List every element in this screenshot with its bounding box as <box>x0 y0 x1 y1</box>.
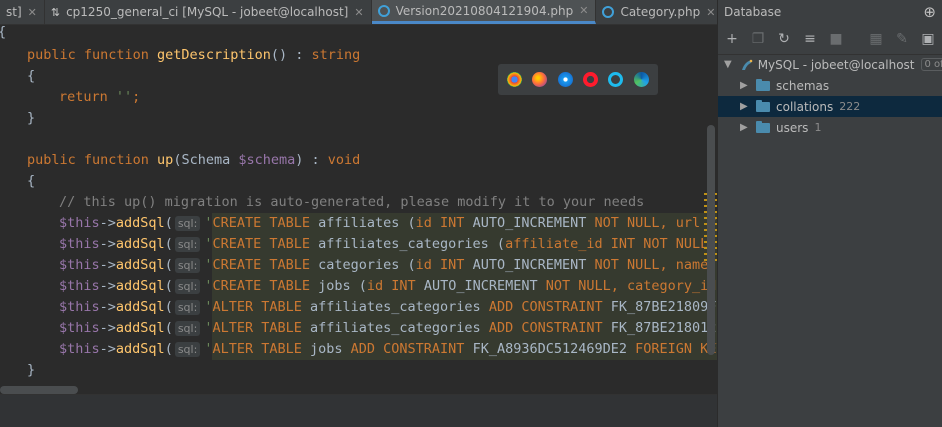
tree-item-label: schemas <box>776 78 830 93</box>
tree-item-label: collations <box>776 99 834 114</box>
chevron-right-icon[interactable]: ▶ <box>740 122 748 133</box>
sort-icon: ⇅ <box>50 5 61 19</box>
sql-language-hint: sql: <box>174 237 201 252</box>
tree-item-collations[interactable]: ▶ collations 222 <box>718 96 942 117</box>
connection-label: MySQL - jobeet@localhost <box>757 57 915 72</box>
sql-string: CREATE TABLE affiliates (id INT AUTO_INC… <box>212 213 717 234</box>
code-line: } <box>27 110 36 126</box>
code-line: public function getDescription() : strin… <box>27 47 361 63</box>
properties-icon[interactable]: ≡ <box>802 31 818 47</box>
sql-language-hint: sql: <box>174 342 201 357</box>
edge-icon[interactable] <box>633 72 649 87</box>
tree-root-connection[interactable]: ▼ MySQL - jobeet@localhost 0 of 2 <box>718 54 942 75</box>
copy-icon[interactable]: ❐ <box>750 31 766 47</box>
sql-language-hint: sql: <box>174 258 201 273</box>
close-icon[interactable]: ✕ <box>579 4 588 17</box>
addsql-line: $this->addSql(sql: 'CREATE TABLE affiliat… <box>59 234 717 255</box>
edit-icon[interactable]: ✎ <box>894 31 910 47</box>
sql-string: ALTER TABLE affiliates_categories ADD CO… <box>212 318 717 339</box>
panel-title: Database <box>724 5 782 19</box>
tab-collation[interactable]: ⇅ cp1250_general_ci [MySQL - jobeet@loca… <box>45 0 372 24</box>
sql-string: CREATE TABLE jobs (id INT AUTO_INCREMENT… <box>212 276 717 297</box>
tab-label: cp1250_general_ci [MySQL - jobeet@localh… <box>66 5 349 19</box>
panel-header: Database ⊕ <box>718 0 942 24</box>
folder-icon <box>756 120 770 133</box>
folder-icon <box>756 99 770 112</box>
horizontal-scrollbar[interactable] <box>0 386 78 394</box>
code-line: { <box>0 22 6 43</box>
item-count: 222 <box>839 100 861 113</box>
tab-version-migration[interactable]: Version20210804121904.php ✕ <box>371 0 597 24</box>
addsql-line: $this->addSql(sql: 'ALTER TABLE affiliate… <box>59 297 717 318</box>
tab-partial-left[interactable]: st] ✕ <box>0 0 45 24</box>
chevron-right-icon[interactable]: ▶ <box>740 80 748 91</box>
tree-item-schemas[interactable]: ▶ schemas <box>718 75 942 96</box>
database-tool-window: Database ⊕ + ❐ ↻ ≡ ■ ▦ ✎ ▣ ▼ MySQL - job… <box>717 0 942 427</box>
tree-item-users[interactable]: ▶ users 1 <box>718 117 942 138</box>
sql-language-hint: sql: <box>174 300 201 315</box>
sql-string: ALTER TABLE affiliates_categories ADD CO… <box>212 297 717 318</box>
addsql-line: $this->addSql(sql: 'CREATE TABLE affiliat… <box>59 213 717 234</box>
database-toolbar: + ❐ ↻ ≡ ■ ▦ ✎ ▣ <box>718 24 942 55</box>
vertical-scrollbar[interactable] <box>707 125 715 355</box>
internet-explorer-icon[interactable] <box>608 72 624 87</box>
schema-count-badge: 0 of 2 <box>920 58 942 71</box>
tab-label: st] <box>6 5 22 19</box>
close-icon[interactable]: ✕ <box>28 6 37 19</box>
browser-preview-popup <box>498 64 658 95</box>
code-line: } <box>27 362 36 378</box>
sql-string: CREATE TABLE affiliates_categories (affi… <box>212 234 717 255</box>
addsql-line: $this->addSql(sql: 'CREATE TABLE jobs (id… <box>59 276 717 297</box>
chevron-down-icon[interactable]: ▼ <box>724 59 732 70</box>
table-icon[interactable]: ▦ <box>868 31 884 47</box>
php-class-icon <box>377 4 390 17</box>
addsql-line: $this->addSql(sql: 'ALTER TABLE affiliate… <box>59 318 717 339</box>
tab-category[interactable]: Category.php ✕ <box>596 0 717 24</box>
chrome-icon[interactable] <box>507 72 523 87</box>
tree-item-label: users <box>776 120 809 135</box>
item-count: 1 <box>814 121 822 134</box>
code-editor[interactable]: st] ✕ ⇅ cp1250_general_ci [MySQL - jobee… <box>0 0 717 427</box>
folder-icon <box>756 78 770 91</box>
sql-language-hint: sql: <box>174 321 201 336</box>
safari-icon[interactable] <box>557 72 573 87</box>
firefox-icon[interactable] <box>532 72 548 87</box>
refresh-icon[interactable]: ↻ <box>776 31 792 47</box>
stop-icon[interactable]: ■ <box>828 31 844 47</box>
add-icon[interactable]: + <box>724 31 740 47</box>
php-class-icon <box>602 6 615 18</box>
code-line: { <box>27 68 36 84</box>
addsql-line: $this->addSql(sql: 'ALTER TABLE jobs ADD … <box>59 339 717 360</box>
code-line: { <box>27 173 36 189</box>
chevron-right-icon[interactable]: ▶ <box>740 101 748 112</box>
editor-bottom-area <box>0 394 717 427</box>
opera-icon[interactable] <box>583 72 599 87</box>
jump-to-console-icon[interactable]: ▣ <box>920 31 936 47</box>
close-icon[interactable]: ✕ <box>354 6 363 19</box>
sql-language-hint: sql: <box>174 279 201 294</box>
code-comment: // this up() migration is auto-generated… <box>59 194 645 210</box>
tab-label: Version20210804121904.php <box>395 3 574 18</box>
close-icon[interactable]: ✕ <box>706 6 715 19</box>
sql-string: CREATE TABLE categories (id INT AUTO_INC… <box>212 255 717 276</box>
code-line: return ''; <box>59 89 141 105</box>
tab-label: Category.php <box>620 5 701 19</box>
editor-tab-bar: st] ✕ ⇅ cp1250_general_ci [MySQL - jobee… <box>0 0 717 25</box>
addsql-line: $this->addSql(sql: 'CREATE TABLE categori… <box>59 255 717 276</box>
mysql-icon <box>740 58 753 72</box>
target-icon[interactable]: ⊕ <box>923 3 936 21</box>
sql-language-hint: sql: <box>174 216 201 231</box>
code-line: public function up(Schema $schema) : voi… <box>27 152 361 168</box>
sql-string: ALTER TABLE jobs ADD CONSTRAINT FK_A8936… <box>212 339 717 360</box>
